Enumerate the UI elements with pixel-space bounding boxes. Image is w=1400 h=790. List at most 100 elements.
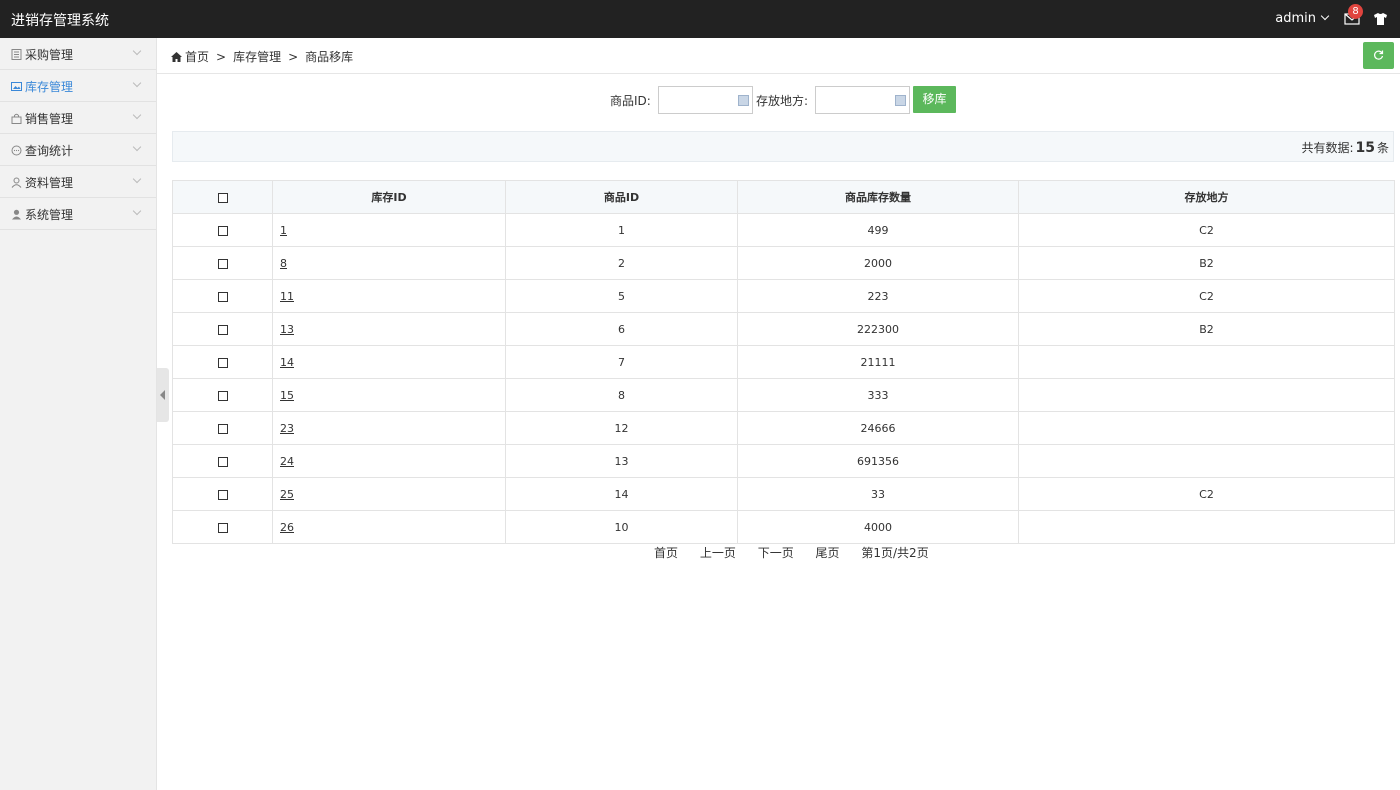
product-id-cell: 8 — [505, 378, 738, 412]
stock-id-link[interactable]: 26 — [280, 521, 294, 534]
stock-id-cell: 25 — [272, 477, 506, 511]
sidebar-item-purchase[interactable]: 采购管理 — [0, 38, 156, 70]
breadcrumb-inventory[interactable]: 库存管理 — [233, 50, 281, 64]
refresh-button[interactable] — [1363, 42, 1394, 69]
product-id-label: 商品ID: — [610, 94, 651, 108]
column-header: 商品库存数量 — [737, 180, 1019, 214]
sidebar-collapse-handle[interactable] — [157, 368, 169, 422]
stock-id-link[interactable]: 25 — [280, 488, 294, 501]
location-cell: C2 — [1018, 213, 1395, 247]
chevron-down-icon — [132, 78, 142, 88]
chevron-down-icon — [132, 206, 142, 216]
quantity-cell: 33 — [737, 477, 1019, 511]
row-checkbox[interactable] — [217, 489, 228, 500]
move-stock-button[interactable]: 移库 — [913, 86, 956, 113]
product-id-input[interactable] — [659, 87, 737, 113]
location-cell — [1018, 444, 1395, 478]
sidebar-item-query[interactable]: 查询统计 — [0, 134, 156, 166]
username: admin — [1275, 11, 1316, 26]
location-input[interactable] — [816, 87, 894, 113]
row-checkbox[interactable] — [217, 423, 228, 434]
row-select-cell — [172, 246, 273, 280]
sidebar-item-data[interactable]: 资料管理 — [0, 166, 156, 198]
stock-id-link[interactable]: 23 — [280, 422, 294, 435]
chevron-down-icon — [132, 110, 142, 120]
row-checkbox[interactable] — [217, 291, 228, 302]
user-menu[interactable]: admin — [1275, 11, 1330, 26]
select-all-checkbox[interactable] — [217, 192, 228, 203]
stock-id-link[interactable]: 14 — [280, 356, 294, 369]
sidebar-item-label: 销售管理 — [25, 112, 74, 126]
top-navbar: 进销存管理系统 admin 8 — [0, 0, 1400, 38]
quantity-cell: 499 — [737, 213, 1019, 247]
calendar-icon[interactable] — [738, 95, 749, 106]
quantity-cell: 21111 — [737, 345, 1019, 379]
table-row: 26 10 4000 — [172, 510, 1395, 544]
bag-icon — [11, 113, 22, 124]
stock-id-cell: 14 — [272, 345, 506, 379]
table-row: 23 12 24666 — [172, 411, 1395, 445]
stock-id-link[interactable]: 11 — [280, 290, 294, 303]
pagination: 首页 上一页 下一页 尾页 第1页/共2页 — [654, 544, 929, 561]
table-row: 1 1 499 C2 — [172, 213, 1395, 247]
row-checkbox[interactable] — [217, 357, 228, 368]
tshirt-icon[interactable] — [1373, 12, 1388, 26]
image-icon — [11, 82, 22, 91]
table-row: 14 7 21111 — [172, 345, 1395, 379]
notification-badge: 8 — [1348, 4, 1363, 19]
table-row: 25 14 33 C2 — [172, 477, 1395, 511]
chevron-down-icon — [132, 174, 142, 184]
quantity-cell: 24666 — [737, 411, 1019, 445]
location-input-wrapper — [815, 86, 910, 114]
stock-id-link[interactable]: 13 — [280, 323, 294, 336]
breadcrumb-home[interactable]: 首页 — [185, 50, 209, 64]
product-id-cell: 10 — [505, 510, 738, 544]
sidebar-item-sales[interactable]: 销售管理 — [0, 102, 156, 134]
stock-id-cell: 13 — [272, 312, 506, 346]
stock-id-link[interactable]: 24 — [280, 455, 294, 468]
location-cell: B2 — [1018, 312, 1395, 346]
stock-id-link[interactable]: 8 — [280, 257, 287, 270]
pager-last[interactable]: 尾页 — [816, 546, 840, 560]
table-row: 11 5 223 C2 — [172, 279, 1395, 313]
pager-prev[interactable]: 上一页 — [700, 546, 736, 560]
quantity-cell: 333 — [737, 378, 1019, 412]
stock-id-cell: 11 — [272, 279, 506, 313]
record-count-value: 15 — [1355, 140, 1375, 156]
location-cell — [1018, 411, 1395, 445]
row-checkbox[interactable] — [217, 324, 228, 335]
pager-next[interactable]: 下一页 — [758, 546, 794, 560]
location-cell: C2 — [1018, 477, 1395, 511]
row-checkbox[interactable] — [217, 258, 228, 269]
row-checkbox[interactable] — [217, 225, 228, 236]
stock-id-link[interactable]: 1 — [280, 224, 287, 237]
chevron-down-icon — [132, 142, 142, 152]
product-id-cell: 5 — [505, 279, 738, 313]
breadcrumb-separator: > — [216, 50, 227, 64]
table-row: 8 2 2000 B2 — [172, 246, 1395, 280]
product-id-cell: 13 — [505, 444, 738, 478]
select-all-header — [172, 180, 273, 214]
stock-id-cell: 24 — [272, 444, 506, 478]
stock-id-cell: 1 — [272, 213, 506, 247]
location-cell: B2 — [1018, 246, 1395, 280]
stock-id-link[interactable]: 15 — [280, 389, 294, 402]
sidebar-item-system[interactable]: 系统管理 — [0, 198, 156, 230]
location-cell: C2 — [1018, 279, 1395, 313]
product-id-cell: 14 — [505, 477, 738, 511]
row-select-cell — [172, 312, 273, 346]
caret-left-icon — [160, 390, 165, 400]
record-count: 共有数据: 15 条 — [1301, 139, 1389, 156]
quantity-cell: 2000 — [737, 246, 1019, 280]
breadcrumb-bar: 首页 > 库存管理 > 商品移库 — [157, 38, 1400, 74]
pager-info: 第1页/共2页 — [861, 546, 929, 560]
pager-first[interactable]: 首页 — [654, 546, 678, 560]
sidebar-item-label: 库存管理 — [25, 80, 74, 94]
location-cell — [1018, 510, 1395, 544]
sidebar-item-inventory[interactable]: 库存管理 — [0, 70, 156, 102]
row-checkbox[interactable] — [217, 456, 228, 467]
calendar-icon[interactable] — [895, 95, 906, 106]
row-checkbox[interactable] — [217, 390, 228, 401]
row-checkbox[interactable] — [217, 522, 228, 533]
row-select-cell — [172, 378, 273, 412]
